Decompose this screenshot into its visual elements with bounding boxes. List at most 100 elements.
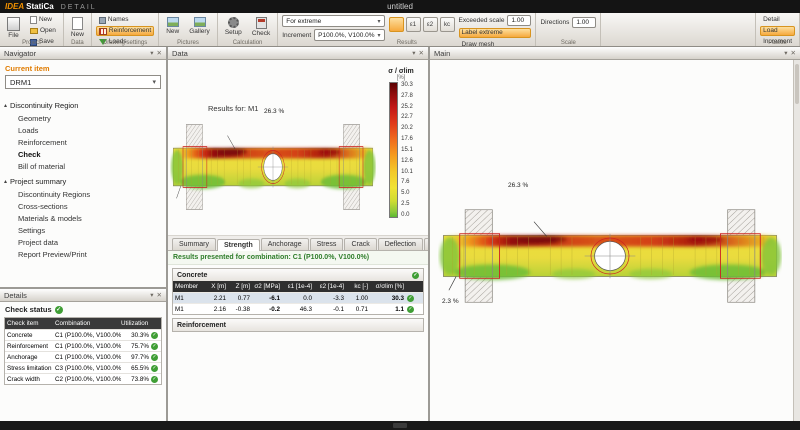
legend-title: σ / σlim (378, 68, 424, 75)
sigma-result-tile[interactable] (389, 17, 404, 32)
panel-close-icon[interactable]: ✕ (157, 49, 162, 57)
gallery-button[interactable]: Gallery (186, 15, 213, 37)
epsilon1-result-tile[interactable]: ε1 (406, 17, 421, 32)
check-status-row-item[interactable]: Anchorage C1 (P100.0%, V100.0%) 97.7% (5, 351, 161, 362)
legend-tick: 25.2 (401, 104, 413, 110)
legend-tick: 17.6 (401, 136, 413, 142)
main-panel-header: Main ▾ ✕ (430, 47, 800, 60)
logo-idea: IDEA (5, 2, 24, 11)
tree-item[interactable]: Geometry (0, 112, 166, 124)
extreme-select[interactable]: For extreme (282, 15, 384, 27)
check-status-table-header: Check item Combination Utilization (5, 318, 161, 329)
check-button[interactable]: Check (249, 15, 273, 39)
results-tab[interactable]: Strength (217, 239, 260, 251)
check-status-row: Check status (0, 302, 166, 316)
palette-load-button[interactable]: Load (760, 26, 795, 36)
concrete-table-row[interactable]: M1 2.21 0.77 -6.1 0.0 -3.3 1.00 30.3 (173, 292, 423, 303)
tree-section-discontinuity-region[interactable]: ▴ Discontinuity Region (0, 99, 166, 112)
palette-detail-button[interactable]: Detail (760, 15, 795, 25)
epsilon2-result-tile[interactable]: ε2 (423, 17, 438, 32)
row-ok-icon (151, 376, 158, 383)
tree-item[interactable]: Cross-sections (0, 200, 166, 212)
reinforcement-section: Reinforcement (172, 318, 424, 332)
group-label-project: Project (0, 40, 63, 46)
row-ok-icon (151, 332, 158, 339)
tree-item[interactable]: Report Preview/Print (0, 248, 166, 260)
file-icon (7, 17, 20, 31)
results-tab[interactable]: Summary (172, 238, 216, 250)
open-button[interactable]: Open (27, 26, 59, 36)
scrollbar-thumb[interactable] (795, 64, 799, 104)
results-tab[interactable]: Stress (310, 238, 344, 250)
panel-close-icon[interactable]: ✕ (419, 49, 424, 57)
directions-label: Directions (540, 19, 569, 26)
concrete-table-row[interactable]: M1 2.16 -0.38 -0.2 46.3 -0.1 0.71 1.1 (173, 303, 423, 314)
results-tab[interactable]: Auxiliary (424, 238, 428, 250)
main-viewport[interactable]: 26.3 % 2.3 % (430, 60, 800, 421)
exceeded-scale-input[interactable]: 1.00 (507, 15, 531, 26)
legend-tick: 20.2 (401, 125, 413, 131)
tree-item[interactable]: Project data (0, 236, 166, 248)
picture-new-button[interactable]: New (163, 15, 182, 37)
reinforcement-section-header[interactable]: Reinforcement (173, 319, 423, 331)
reinforcement-toggle[interactable]: Reinforcement (96, 26, 154, 36)
concrete-table-header: Member X [m] Z [m] σ2 [MPa] ε1 [1e-4] ε2… (173, 281, 423, 292)
tree-item[interactable]: Discontinuity Regions (0, 188, 166, 200)
concrete-results-table: Member X [m] Z [m] σ2 [MPa] ε1 [1e-4] ε2… (173, 281, 423, 314)
names-toggle[interactable]: Names (96, 15, 154, 25)
row-ok-icon (151, 365, 158, 372)
results-tab[interactable]: Anchorage (261, 238, 309, 250)
panel-menu-icon[interactable]: ▾ (784, 49, 787, 57)
row-ok-icon (151, 354, 158, 361)
panel-close-icon[interactable]: ✕ (791, 49, 796, 57)
concrete-section-header[interactable]: Concrete (173, 269, 423, 281)
label-extreme-toggle[interactable]: Label extreme (459, 28, 532, 38)
check-status-row-item[interactable]: Reinforcement C1 (P100.0%, V100.0%) 75.7… (5, 340, 161, 351)
status-bar-handle[interactable] (393, 423, 407, 428)
workspace: Navigator ▾ ✕ Current item DRM1 ▴ Discon… (0, 47, 800, 421)
tree-item[interactable]: Reinforcement (0, 136, 166, 148)
panel-menu-icon[interactable]: ▾ (150, 49, 153, 57)
setup-button[interactable]: Setup (222, 15, 245, 38)
ribbon-group-data: New Data (64, 13, 92, 46)
results-tabs: SummaryStrengthAnchorageStressCrackDefle… (168, 236, 428, 251)
navigator-panel: Navigator ▾ ✕ Current item DRM1 ▴ Discon… (0, 47, 168, 421)
legend-tick: 27.8 (401, 93, 413, 99)
beam-heatmap (170, 112, 376, 222)
file-button[interactable]: File (4, 15, 23, 41)
concrete-section: Concrete Member X [m] Z [m] σ2 [MPa] ε1 … (172, 268, 424, 315)
main-scrollbar[interactable] (793, 60, 800, 421)
data-viewport[interactable]: Results for: M1 26.3 % σ / σlim [%] 30.3… (168, 60, 428, 236)
navigator-tree: ▴ Discontinuity Region GeometryLoadsRein… (0, 94, 166, 262)
gear-icon (228, 17, 239, 28)
check-status-row-item[interactable]: Concrete C1 (P100.0%, V100.0%) 30.3% (5, 329, 161, 340)
check-status-row-item[interactable]: Stress limitation C3 (P100.0%, V100.0%) … (5, 362, 161, 373)
legend-tick: 22.7 (401, 114, 413, 120)
tree-section-project-summary[interactable]: ▴ Project summary (0, 175, 166, 188)
legend-tick: 15.1 (401, 147, 413, 153)
tree-items-discontinuity: GeometryLoadsReinforcementCheckBill of m… (0, 112, 166, 172)
tree-item[interactable]: Check (0, 148, 166, 160)
panel-close-icon[interactable]: ✕ (157, 291, 162, 299)
tree-item[interactable]: Loads (0, 124, 166, 136)
tree-item[interactable]: Bill of material (0, 160, 166, 172)
logo-statica: StatiCa (26, 2, 54, 11)
panel-menu-icon[interactable]: ▾ (150, 291, 153, 299)
tree-item[interactable]: Materials & models (0, 212, 166, 224)
ribbon: File New Open Save Project New Data Name… (0, 13, 800, 47)
panel-menu-icon[interactable]: ▾ (412, 49, 415, 57)
new-button[interactable]: New (27, 15, 59, 25)
legend-tick: 0.0 (401, 212, 413, 218)
new-data-icon (72, 17, 83, 30)
tree-item[interactable]: Settings (0, 224, 166, 236)
directions-input[interactable]: 1.00 (572, 17, 596, 28)
results-tab[interactable]: Deflection (378, 238, 423, 250)
region-selector[interactable]: DRM1 (5, 75, 161, 89)
group-label-scale: Scale (536, 40, 600, 46)
check-status-row-item[interactable]: Crack width C2 (P100.0%, V100.0%) 73.8% (5, 373, 161, 384)
ribbon-group-pictures: New Gallery Pictures (159, 13, 218, 46)
data-new-button[interactable]: New (68, 15, 87, 40)
legend-tick: 30.3 (401, 82, 413, 88)
results-tab[interactable]: Crack (344, 238, 376, 250)
kc-result-tile[interactable]: kc (440, 17, 455, 32)
